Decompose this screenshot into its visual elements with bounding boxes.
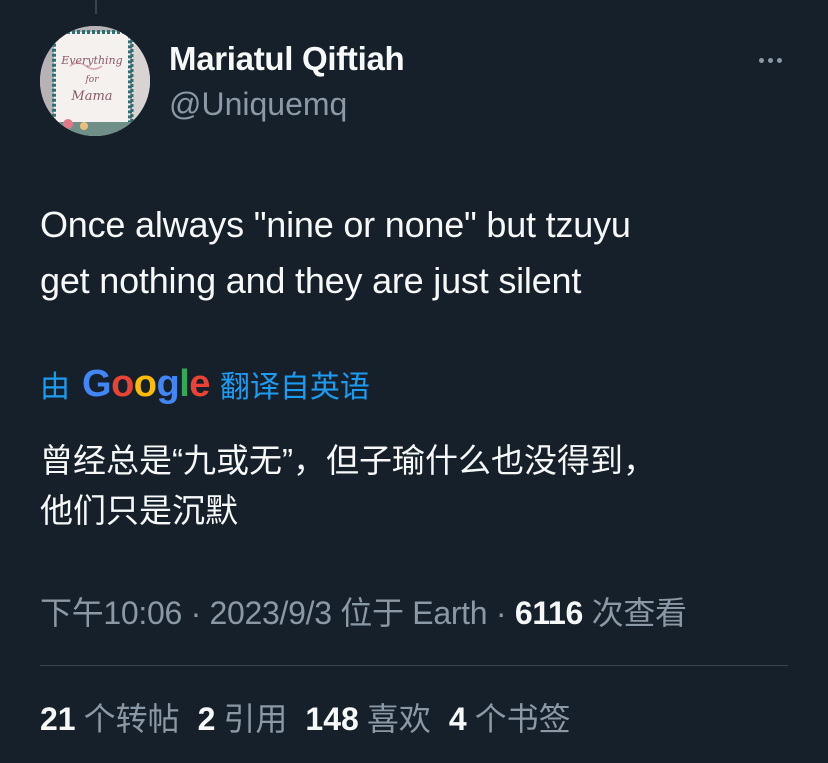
bookmarks-stat[interactable]: 4 个书签	[449, 694, 571, 740]
tweet-date[interactable]: 2023/9/3	[210, 595, 332, 631]
avatar-text-line2: for	[84, 75, 99, 85]
tweet-location: 位于 Earth	[340, 595, 488, 631]
retweets-label: 个转帖	[83, 701, 180, 737]
bookmarks-count: 4	[448, 701, 467, 737]
tweet-text-line: get nothing and they are just silent	[40, 260, 582, 301]
bookmarks-label: 个书签	[474, 701, 571, 737]
translated-text: 曾经总是“九或无”，但子瑜什么也没得到， 他们只是沉默	[40, 436, 800, 536]
user-handle[interactable]: @Uniquemq	[169, 86, 347, 123]
avatar[interactable]: Everything for Mama	[40, 26, 150, 136]
quotes-count: 2	[197, 701, 216, 737]
avatar-text-line1: Everything	[60, 54, 122, 67]
avatar-text-line3: Mama	[70, 89, 112, 104]
meta-separator: ·	[487, 595, 515, 631]
tweet-text: Once always "nine or none" but tzuyu get…	[40, 197, 800, 309]
quotes-stat[interactable]: 2 引用	[198, 694, 288, 740]
tweet-text-line: Once always "nine or none" but tzuyu	[40, 204, 631, 245]
likes-count: 148	[305, 701, 359, 737]
thread-connector-line	[95, 0, 97, 14]
more-options-button[interactable]	[748, 44, 792, 76]
more-horizontal-icon-dot	[776, 57, 782, 63]
likes-stat[interactable]: 148 喜欢	[305, 694, 430, 740]
retweets-count: 21	[40, 701, 76, 737]
translation-attribution[interactable]: 由 Google 翻译自英语	[40, 362, 370, 406]
meta-separator: ·	[181, 595, 210, 631]
google-logo: Google	[82, 362, 210, 405]
more-horizontal-icon	[758, 57, 764, 63]
views-count: 6116	[514, 595, 584, 631]
display-name[interactable]: Mariatul Qiftiah	[169, 40, 405, 78]
views-label: 次查看	[591, 595, 687, 631]
more-horizontal-icon-dot	[767, 57, 773, 63]
divider	[40, 665, 788, 666]
tweet-time[interactable]: 下午10:06	[40, 595, 182, 631]
translated-text-line: 他们只是沉默	[40, 492, 238, 529]
engagement-stats: 21 个转帖 2 引用 148 喜欢 4 个书签	[40, 694, 571, 740]
translation-prefix: 由	[40, 371, 70, 404]
quotes-label: 引用	[223, 701, 288, 737]
translation-suffix: 翻译自英语	[219, 371, 370, 404]
retweets-stat[interactable]: 21 个转帖	[40, 694, 180, 740]
likes-label: 喜欢	[366, 701, 431, 737]
translated-text-line: 曾经总是“九或无”，但子瑜什么也没得到，	[40, 442, 656, 479]
tweet-metadata: 下午10:06 · 2023/9/3 位于 Earth · 6116 次查看	[40, 588, 687, 634]
avatar-image: Everything for Mama	[40, 26, 150, 136]
